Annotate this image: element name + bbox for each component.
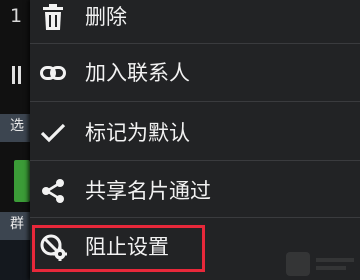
- menu-item-label: 加入联系人: [85, 61, 190, 85]
- menu-divider: [30, 160, 360, 161]
- background-bars-icon: [12, 66, 26, 84]
- background-section-header: 选: [0, 114, 30, 142]
- background-section-label: 选: [10, 118, 24, 134]
- menu-item-add-contact[interactable]: 加入联系人: [30, 48, 360, 98]
- link-icon: [38, 58, 68, 88]
- background-section-header-2: 群: [0, 212, 30, 240]
- menu-item-share-card[interactable]: 共享名片通过: [30, 166, 360, 216]
- share-icon: [38, 176, 68, 206]
- trash-icon: [38, 2, 68, 32]
- background-green-button: [14, 160, 30, 202]
- watermark-logo: [286, 252, 354, 276]
- context-menu: 删除 加入联系人 标记为默认 共享名片通过 阻止设置: [30, 0, 360, 280]
- background-section-label-2: 群: [10, 216, 24, 232]
- menu-divider: [30, 217, 360, 218]
- menu-item-label: 标记为默认: [85, 121, 190, 145]
- background-title-fragment: 1: [10, 5, 23, 27]
- menu-item-label: 删除: [85, 5, 127, 29]
- menu-item-label: 阻止设置: [85, 235, 169, 259]
- checkmark-icon: [38, 118, 68, 148]
- menu-item-label: 共享名片通过: [85, 179, 211, 203]
- background-footer: [0, 240, 30, 280]
- menu-item-mark-default[interactable]: 标记为默认: [30, 108, 360, 158]
- block-settings-icon: [38, 232, 68, 262]
- menu-item-delete[interactable]: 删除: [30, 0, 360, 42]
- menu-divider: [30, 101, 360, 102]
- menu-divider: [30, 43, 360, 44]
- background-app: 1 选 群: [0, 0, 30, 280]
